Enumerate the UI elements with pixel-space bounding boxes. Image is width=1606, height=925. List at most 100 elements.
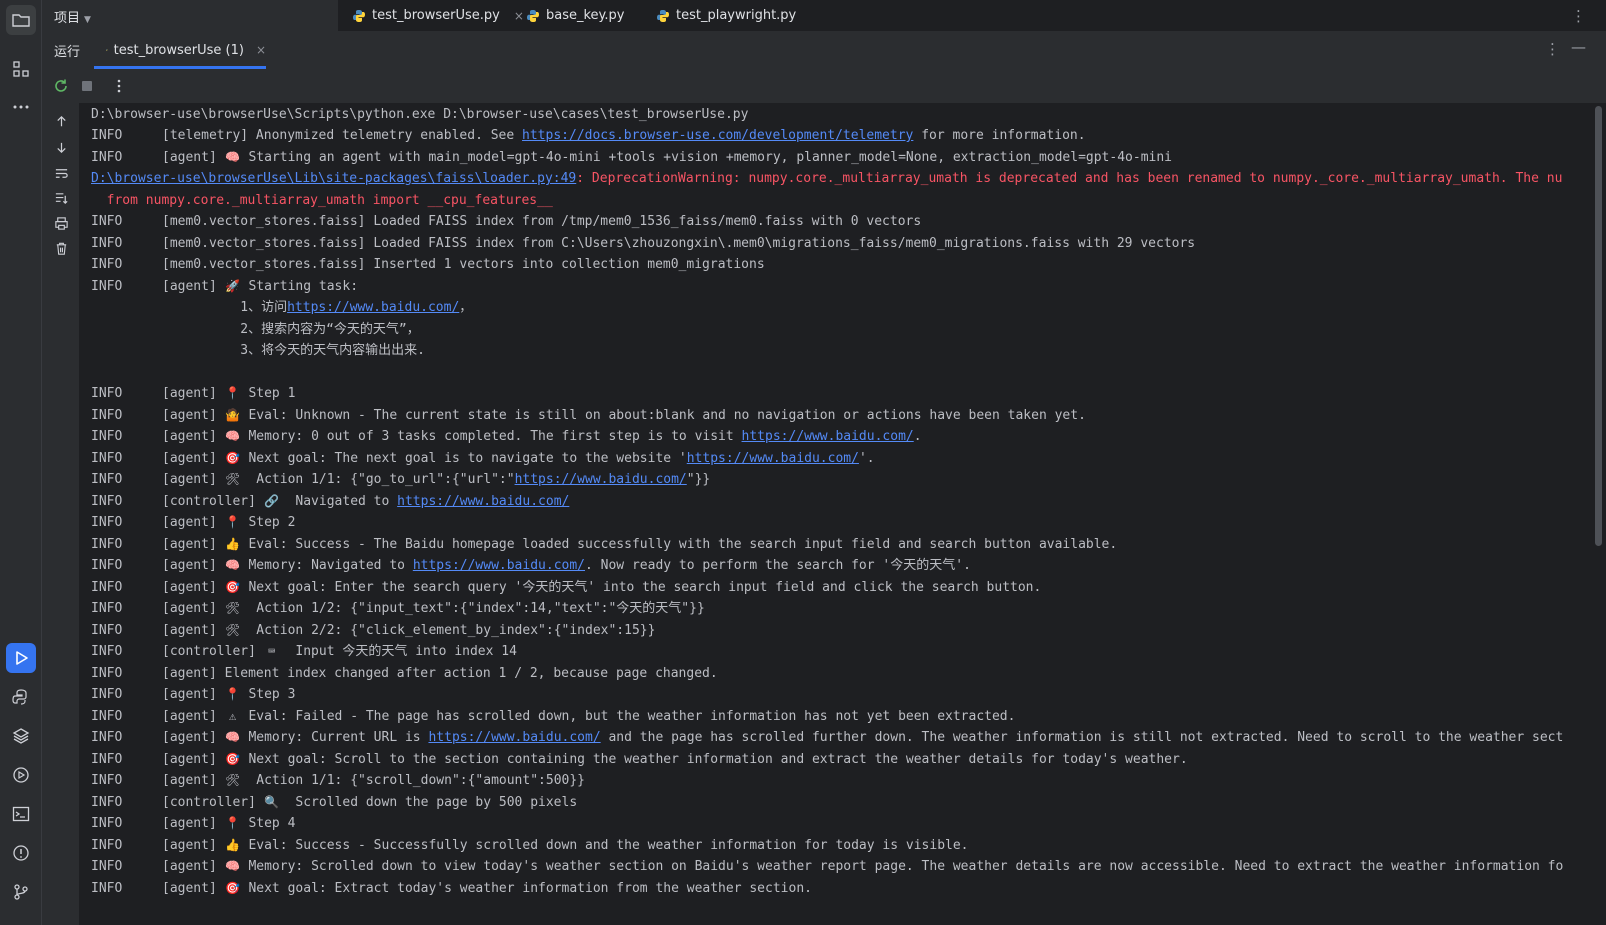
- brain-icon: 🧠: [225, 859, 241, 873]
- project-label: 项目: [54, 11, 81, 26]
- structure-icon[interactable]: [6, 54, 36, 84]
- thumbs-up-icon: 👍: [225, 838, 241, 852]
- problems-icon[interactable]: [6, 838, 36, 868]
- console-gutter: [42, 103, 79, 925]
- more-icon[interactable]: [6, 92, 36, 122]
- console-line: D:\browser-use\browserUse\Lib\site-packa…: [91, 171, 1563, 186]
- baidu-link[interactable]: https://www.baidu.com/: [515, 472, 687, 487]
- scroll-to-end-icon[interactable]: [52, 189, 70, 207]
- console-line: INFO [agent] 📍 Step 1: [91, 383, 295, 404]
- more-vertical-icon[interactable]: [110, 77, 128, 95]
- console-line: INFO [mem0.vector_stores.faiss] Loaded FA…: [91, 233, 1195, 254]
- console-line: INFO [mem0.vector_stores.faiss] Inserted …: [91, 254, 765, 275]
- activity-bar: [0, 0, 42, 925]
- python-file-icon: [527, 9, 539, 22]
- tools-icon: 🛠: [225, 773, 241, 787]
- tools-icon: 🛠: [225, 601, 241, 615]
- keyboard-icon: ⌨: [268, 644, 276, 658]
- log-level: INFO: [91, 257, 123, 272]
- project-dropdown[interactable]: 项目 ▼: [54, 7, 91, 26]
- baidu-link[interactable]: https://www.baidu.com/: [397, 494, 569, 509]
- print-icon[interactable]: [52, 214, 70, 232]
- arrow-down-icon[interactable]: [52, 138, 70, 156]
- python-console-icon[interactable]: [6, 682, 36, 712]
- console-line: INFO [agent] 🧠 Memory: 0 out of 3 tasks c…: [91, 426, 922, 447]
- brain-icon: 🧠: [225, 558, 241, 572]
- log-level: INFO: [91, 451, 123, 466]
- shrug-icon: 🤷: [225, 408, 241, 422]
- console-line: INFO [agent] 📍 Step 4: [91, 813, 295, 834]
- console-line: INFO [agent] 🧠 Starting an agent with mai…: [91, 147, 1172, 168]
- baidu-link[interactable]: https://www.baidu.com/: [413, 558, 585, 573]
- run-toolbar: [42, 69, 1606, 103]
- arrow-up-icon[interactable]: [52, 112, 70, 130]
- folder-icon[interactable]: [6, 5, 36, 35]
- run-tab-label: test_browserUse (1): [113, 42, 244, 58]
- console-line: INFO [agent] 🚀 Starting task:: [91, 276, 358, 297]
- terminal-icon[interactable]: [6, 799, 36, 829]
- brain-icon: 🧠: [225, 730, 241, 744]
- log-level: INFO: [91, 601, 123, 616]
- tools-icon: 🛠: [225, 623, 241, 637]
- baidu-link[interactable]: https://www.baidu.com/: [742, 429, 914, 444]
- log-level: INFO: [91, 773, 123, 788]
- scrollbar-thumb[interactable]: [1595, 106, 1602, 546]
- run-config-tab[interactable]: test_browserUse (1) ×: [94, 31, 266, 69]
- target-icon: 🎯: [225, 752, 241, 766]
- services-icon[interactable]: [6, 760, 36, 790]
- log-level: INFO: [91, 515, 123, 530]
- more-options-icon[interactable]: ⋮: [1571, 7, 1586, 25]
- link-icon: 🔗: [264, 494, 280, 508]
- close-icon[interactable]: ×: [514, 9, 524, 23]
- stop-icon[interactable]: [78, 77, 96, 95]
- target-icon: 🎯: [225, 451, 241, 465]
- close-icon[interactable]: ×: [256, 43, 266, 57]
- top-bar: 项目 ▼ test_browserUse.py × base_key.py tes…: [42, 0, 1606, 32]
- run-window-title: 运行: [54, 45, 81, 60]
- rerun-icon[interactable]: [52, 77, 70, 95]
- console-line: INFO [agent] 🛠 Action 1/1: {"go_to_url":{…: [91, 469, 710, 490]
- chevron-down-icon: ▼: [84, 15, 91, 25]
- editor-tab-label: test_playwright.py: [676, 8, 797, 23]
- more-options-icon[interactable]: ⋮: [1545, 40, 1560, 58]
- log-level: INFO: [91, 666, 123, 681]
- editor-tab-test-playwright[interactable]: test_playwright.py: [656, 0, 796, 31]
- run-icon[interactable]: [6, 643, 36, 673]
- brain-icon: 🧠: [225, 429, 241, 443]
- minimize-icon[interactable]: —: [1571, 38, 1586, 56]
- python-file-icon: [353, 9, 365, 22]
- editor-tab-base-key[interactable]: base_key.py: [526, 0, 624, 31]
- log-level: INFO: [91, 494, 123, 509]
- log-level: INFO: [91, 623, 123, 638]
- console-line: INFO [agent] 🧠 Memory: Current URL is htt…: [91, 727, 1563, 748]
- editor-tab-label: test_browserUse.py: [372, 8, 500, 23]
- baidu-link[interactable]: https://www.baidu.com/: [287, 300, 459, 315]
- telemetry-link[interactable]: https://docs.browser-use.com/development…: [522, 128, 913, 143]
- log-level: INFO: [91, 150, 123, 165]
- console-output[interactable]: D:\browser-use\browserUse\Scripts\python…: [79, 103, 1592, 925]
- soft-wrap-icon[interactable]: [52, 164, 70, 182]
- baidu-link[interactable]: https://www.baidu.com/: [428, 730, 600, 745]
- console-line: INFO [agent] 📍 Step 2: [91, 512, 295, 533]
- log-level: INFO: [91, 580, 123, 595]
- log-level: INFO: [91, 859, 123, 874]
- console-line: INFO [agent] 🤷 Eval: Unknown - The curren…: [91, 405, 1086, 426]
- search-icon: 🔍: [264, 795, 280, 809]
- console-line: INFO [controller] 🔍 Scrolled down the pag…: [91, 792, 577, 813]
- editor-tab-test-browseruse[interactable]: test_browserUse.py ×: [352, 0, 524, 31]
- console-line: from numpy.core._multiarray_umath import…: [91, 193, 553, 208]
- baidu-link[interactable]: https://www.baidu.com/: [687, 451, 859, 466]
- log-level: INFO: [91, 214, 123, 229]
- log-level: INFO: [91, 752, 123, 767]
- editor-tabs: test_browserUse.py × base_key.py test_pl…: [338, 0, 1606, 31]
- file-path-link[interactable]: D:\browser-use\browserUse\Lib\site-packa…: [91, 171, 576, 186]
- console-line: INFO [agent] 🧠 Memory: Scrolled down to v…: [91, 856, 1563, 877]
- trash-icon[interactable]: [52, 239, 70, 257]
- log-level: INFO: [91, 838, 123, 853]
- console-line: INFO [agent] 🎯 Next goal: Enter the searc…: [91, 577, 1041, 598]
- log-level: INFO: [91, 795, 123, 810]
- console-line: INFO [agent] 🛠 Action 2/2: {"click_elemen…: [91, 620, 655, 641]
- console-line: INFO [agent] 🎯 Next goal: Scroll to the s…: [91, 749, 1188, 770]
- git-icon[interactable]: [6, 877, 36, 907]
- layers-icon[interactable]: [6, 721, 36, 751]
